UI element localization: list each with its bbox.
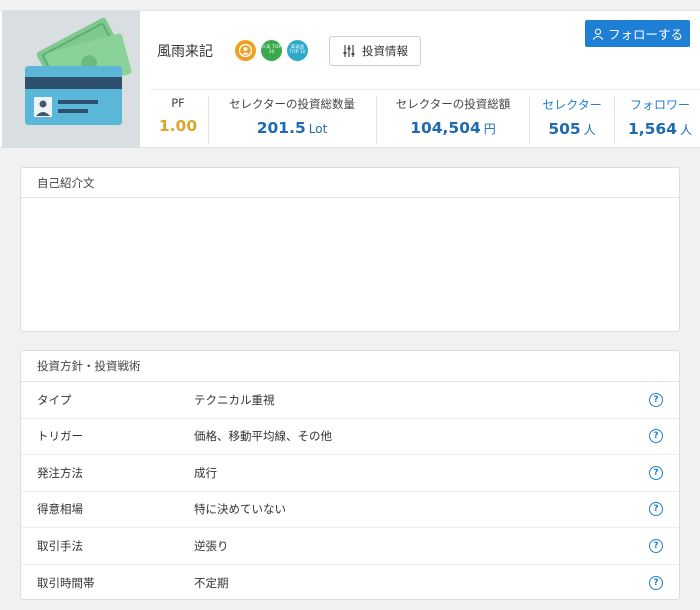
- stat-total-lots-value: 201.5 Lot: [218, 119, 366, 137]
- help-icon[interactable]: ?: [649, 538, 663, 553]
- stat-selectors[interactable]: セレクター 505 人: [536, 96, 608, 138]
- user-outline-icon: [592, 28, 604, 40]
- strategy-row-type: タイプ テクニカル重視 ?: [21, 382, 679, 419]
- help-icon[interactable]: ?: [649, 429, 663, 444]
- stat-separator: [529, 96, 530, 144]
- stat-followers-label[interactable]: フォロワー: [624, 96, 696, 113]
- strategy-row-value: 特に決めていない: [194, 502, 286, 517]
- strategy-row-value: 成行: [194, 465, 217, 480]
- strategy-row-trigger: トリガー 価格、移動平均線、その他 ?: [21, 419, 679, 455]
- strategy-row-label: トリガー: [37, 429, 83, 444]
- stat-selectors-number: 505: [548, 120, 581, 138]
- stat-followers-unit: 人: [680, 123, 693, 137]
- popular-badge-label: 人気 TOP 10: [261, 45, 282, 55]
- stats-divider: [150, 89, 700, 90]
- strategy-row-order-method: 発注方法 成行 ?: [21, 455, 679, 492]
- stat-total-lots-label: セレクターの投資総数量: [228, 97, 356, 111]
- sliders-icon: [343, 45, 355, 57]
- strategy-row-value: 逆張り: [194, 538, 229, 553]
- stat-separator: [376, 96, 377, 144]
- investment-info-button[interactable]: 投資情報: [329, 36, 421, 66]
- strategy-row-value: 不定期: [194, 575, 229, 590]
- strategy-row-label: 発注方法: [37, 465, 83, 480]
- stat-pf-number: 1.00: [158, 117, 198, 135]
- help-icon[interactable]: ?: [649, 392, 663, 407]
- strategy-row-label: タイプ: [37, 392, 72, 407]
- stat-total-amount: セレクターの投資総額 104,504 円: [386, 96, 520, 137]
- self-introduction-panel: 自己紹介文: [20, 167, 680, 332]
- popular-badge-icon: 人気 TOP 10: [261, 40, 282, 61]
- stat-followers[interactable]: フォロワー 1,564 人: [624, 96, 696, 138]
- stat-total-lots-number: 201.5: [256, 119, 306, 137]
- stat-pf: PF 1.00: [158, 96, 198, 135]
- investment-info-label: 投資情報: [362, 44, 408, 58]
- investment-strategy-panel: 投資方針・投資戦術 タイプ テクニカル重視 ? トリガー 価格、移動平均線、その…: [20, 350, 680, 600]
- help-icon[interactable]: ?: [649, 465, 663, 480]
- help-icon[interactable]: ?: [649, 502, 663, 517]
- profile-name: 風雨来記: [157, 44, 213, 60]
- strategy-row-label: 取引時間帯: [37, 575, 95, 590]
- strategy-row-label: 得意相場: [37, 502, 83, 517]
- stat-selectors-value: 505 人: [536, 120, 608, 138]
- money-card-illustration: [2, 11, 140, 148]
- investment-strategy-title: 投資方針・投資戦術: [21, 351, 679, 382]
- profile-card: 風雨来記 人気 TOP 10 高返益 TOP 10 投資情報 フォローする PF…: [0, 10, 700, 148]
- stat-total-lots: セレクターの投資総数量 201.5 Lot: [218, 96, 366, 137]
- stat-separator: [614, 96, 615, 144]
- stat-followers-number: 1,564: [627, 120, 677, 138]
- stat-total-lots-unit: Lot: [308, 122, 328, 136]
- profile-avatar: [2, 11, 140, 148]
- stat-pf-value: 1.00: [158, 117, 198, 135]
- stat-total-amount-number: 104,504: [410, 119, 481, 137]
- strategy-row-trading-method: 取引手法 逆張り ?: [21, 528, 679, 565]
- trusted-badge-label: 高返益 TOP 10: [289, 45, 306, 55]
- strategy-row-value: 価格、移動平均線、その他: [194, 429, 332, 444]
- stat-separator: [208, 96, 209, 144]
- stat-selectors-unit: 人: [583, 123, 596, 137]
- stat-followers-value: 1,564 人: [624, 120, 696, 138]
- strategy-row-trading-hours: 取引時間帯 不定期 ?: [21, 565, 679, 602]
- stat-total-amount-unit: 円: [483, 122, 496, 136]
- follow-button[interactable]: フォローする: [585, 20, 690, 47]
- self-introduction-title: 自己紹介文: [21, 168, 679, 198]
- stat-total-amount-value: 104,504 円: [386, 119, 520, 137]
- stat-pf-label: PF: [171, 96, 185, 110]
- stat-selectors-label[interactable]: セレクター: [536, 96, 608, 113]
- follow-label: フォローする: [607, 27, 683, 42]
- help-icon[interactable]: ?: [649, 575, 663, 590]
- stat-total-amount-label: セレクターの投資総額: [395, 97, 511, 111]
- strategy-row-label: 取引手法: [37, 538, 83, 553]
- user-badge-icon: [235, 40, 256, 61]
- strategy-row-strong-market: 得意相場 特に決めていない ?: [21, 492, 679, 528]
- trusted-badge-icon: 高返益 TOP 10: [287, 40, 308, 61]
- strategy-row-value: テクニカル重視: [194, 392, 275, 407]
